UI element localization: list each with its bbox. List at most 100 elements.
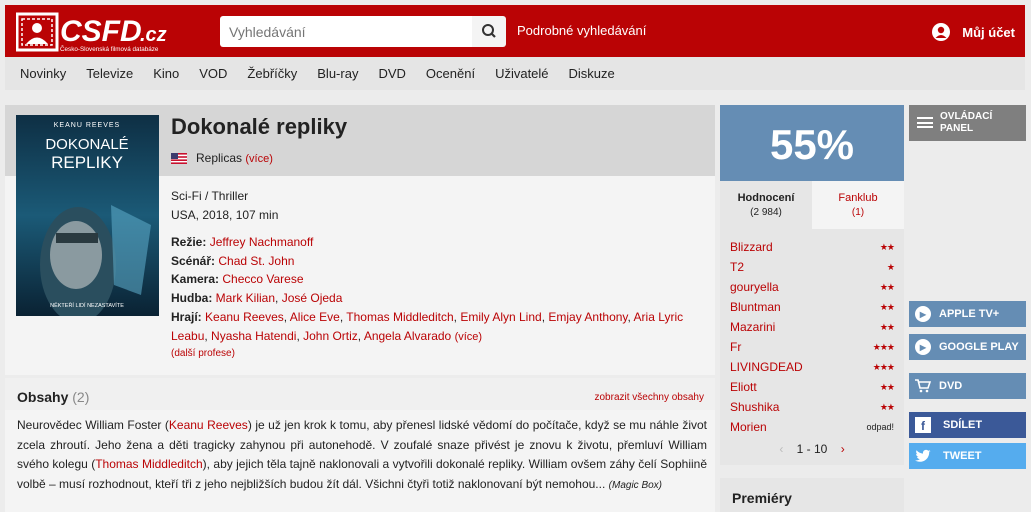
ratings-pager: ‹ 1 - 10 › <box>720 442 904 456</box>
cast-link[interactable]: Emjay Anthony <box>548 310 627 324</box>
nav-item-televize[interactable]: Televize <box>86 66 133 81</box>
main-nav: Novinky Televize Kino VOD Žebříčky Blu-r… <box>5 57 1025 90</box>
apple-tv-button[interactable]: ▶ APPLE TV+ <box>909 301 1026 327</box>
creators-list: Režie: Jeffrey Nachmanoff Scénář: Chad S… <box>171 235 684 343</box>
synopsis-panel: Obsahy (2) zobrazit všechny obsahy Neuro… <box>5 378 715 512</box>
poster-actor: KEANU REEVES <box>54 122 120 129</box>
nav-item-dvd[interactable]: DVD <box>378 66 405 81</box>
tab-fanclub[interactable]: Fanklub (1) <box>812 181 904 229</box>
writer-link[interactable]: Chad St. John <box>218 254 294 268</box>
play-icon: ▶ <box>915 306 931 322</box>
user-rating-name[interactable]: LIVINGDEAD <box>730 360 803 374</box>
user-rating-name[interactable]: Bluntman <box>730 300 781 314</box>
chevron-right-icon[interactable]: › <box>841 442 845 456</box>
original-title: Replicas <box>196 151 243 165</box>
synopsis-title: Obsahy (2) <box>17 389 90 405</box>
user-rating-row: Fr ★★★ <box>730 337 895 357</box>
nav-item-diskuze[interactable]: Diskuze <box>569 66 615 81</box>
csfd-logo[interactable]: CSFD .cz Česko-Slovenská filmová databáz… <box>16 11 186 53</box>
cast-link[interactable]: Alice Eve <box>290 310 340 324</box>
show-all-synopses-link[interactable]: zobrazit všechny obsahy <box>594 392 704 403</box>
facebook-share-button[interactable]: f SDÍLET <box>909 412 1026 438</box>
user-rating-name[interactable]: Mazarini <box>730 320 775 334</box>
search-input[interactable] <box>220 16 472 47</box>
cast-link[interactable]: Keanu Reeves <box>205 310 284 324</box>
rating-text: odpad! <box>866 422 894 432</box>
original-title-more-link[interactable]: (více) <box>245 153 273 165</box>
original-title-row: Replicas (více) <box>171 151 273 165</box>
user-ratings-list: Blizzard ★★ T2 ★ gouryella ★★ Bluntman ★★ Mazari… <box>730 237 895 437</box>
user-rating-row: Bluntman ★★ <box>730 297 895 317</box>
twitter-tweet-button[interactable]: TWEET <box>909 443 1026 469</box>
poster-title-1: DOKONALÉ <box>45 136 128 153</box>
tab-ratings[interactable]: Hodnocení (2 984) <box>720 181 812 229</box>
nav-item-kino[interactable]: Kino <box>153 66 179 81</box>
cast-link[interactable]: Angela Alvarado <box>364 329 451 343</box>
facebook-icon: f <box>915 417 931 433</box>
menu-icon <box>917 117 933 128</box>
poster-tagline: NĚKTEŘÍ LIDÍ NEZASTAVÍTE <box>50 301 124 309</box>
control-panel-button[interactable]: OVLÁDACÍ PANEL <box>909 105 1026 141</box>
cast-more-link[interactable]: (více) <box>455 331 483 343</box>
user-rating-name[interactable]: Shushika <box>730 400 779 414</box>
user-rating-row: Morien odpad! <box>730 417 894 437</box>
camera-label: Kamera: <box>171 272 220 287</box>
user-rating-name[interactable]: Fr <box>730 340 741 354</box>
user-rating-name[interactable]: Blizzard <box>730 240 773 254</box>
movie-poster[interactable]: KEANU REEVES DOKONALÉ REPLIKY NĚKTEŘÍ LI… <box>16 115 159 316</box>
synopsis-actor-link[interactable]: Keanu Reeves <box>169 418 248 432</box>
cast-link[interactable]: John Ortiz <box>303 329 358 343</box>
rating-score: 55% <box>720 105 904 181</box>
nav-item-uzivatele[interactable]: Uživatelé <box>495 66 548 81</box>
movie-genre: Sci-Fi / Thriller <box>171 189 249 203</box>
nav-item-zebricky[interactable]: Žebříčky <box>247 66 297 81</box>
header-bar: CSFD .cz Česko-Slovenská filmová databáz… <box>5 5 1025 57</box>
nav-item-bluray[interactable]: Blu-ray <box>317 66 358 81</box>
dvd-button[interactable]: DVD <box>909 373 1026 399</box>
search-button[interactable] <box>472 16 506 47</box>
premieres-heading[interactable]: Premiéry <box>720 478 904 512</box>
google-play-button[interactable]: ▶ GOOGLE PLAY <box>909 334 1026 360</box>
rating-stars-icon: ★★ <box>879 241 895 252</box>
camera-link[interactable]: Checco Varese <box>222 272 303 286</box>
us-flag-icon <box>171 152 187 164</box>
svg-text:Česko-Slovenská filmová databá: Česko-Slovenská filmová databáze <box>60 44 159 53</box>
search-icon <box>482 24 496 38</box>
rating-stars-icon: ★★ <box>879 401 895 412</box>
user-rating-row: LIVINGDEAD ★★★ <box>730 357 895 377</box>
rating-stars-icon: ★★ <box>879 301 895 312</box>
rating-stars-icon: ★★★ <box>872 361 895 372</box>
director-link[interactable]: Jeffrey Nachmanoff <box>210 235 314 249</box>
twitter-icon <box>915 449 931 462</box>
rating-stars-icon: ★★ <box>879 321 895 332</box>
svg-text:.cz: .cz <box>140 24 167 46</box>
other-professions-link[interactable]: (další profese) <box>171 348 235 359</box>
nav-item-novinky[interactable]: Novinky <box>20 66 66 81</box>
play-icon: ▶ <box>915 339 931 355</box>
cast-link[interactable]: Emily Alyn Lind <box>460 310 541 324</box>
user-rating-name[interactable]: Morien <box>730 420 767 434</box>
user-rating-row: Shushika ★★ <box>730 397 895 417</box>
rating-panel: 55% Hodnocení (2 984) Fanklub (1) Blizza… <box>720 105 904 465</box>
rating-stars-icon: ★ <box>886 261 895 272</box>
music-link-1[interactable]: Mark Kilian <box>216 291 275 305</box>
cart-icon <box>915 379 931 393</box>
account-menu[interactable]: Můj účet <box>932 23 1015 41</box>
user-icon <box>932 23 951 41</box>
synopsis-actor-link[interactable]: Thomas Middleditch <box>95 457 202 471</box>
cast-link[interactable]: Nyasha Hatendi <box>211 329 296 343</box>
nav-item-oceneni[interactable]: Ocenění <box>426 66 475 81</box>
user-rating-name[interactable]: gouryella <box>730 280 779 294</box>
nav-item-vod[interactable]: VOD <box>199 66 227 81</box>
cast-label: Hrají: <box>171 309 202 324</box>
user-rating-row: Blizzard ★★ <box>730 237 895 257</box>
chevron-left-icon[interactable]: ‹ <box>779 442 783 456</box>
cast-link[interactable]: Thomas Middleditch <box>346 310 453 324</box>
music-link-2[interactable]: José Ojeda <box>282 291 343 305</box>
poster-title-2: REPLIKY <box>51 153 123 172</box>
user-rating-name[interactable]: Eliott <box>730 380 757 394</box>
user-rating-row: Mazarini ★★ <box>730 317 895 337</box>
user-rating-name[interactable]: T2 <box>730 260 744 274</box>
advanced-search-link[interactable]: Podrobné vyhledávání <box>517 23 646 38</box>
user-rating-row: gouryella ★★ <box>730 277 895 297</box>
